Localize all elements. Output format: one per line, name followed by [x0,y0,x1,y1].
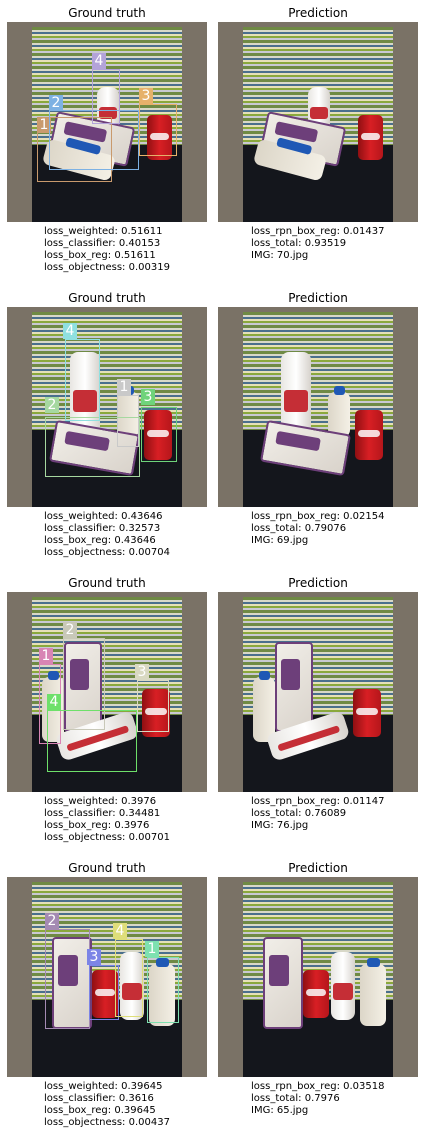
milk-carton [263,937,303,1029]
stats-right: loss_rpn_box_reg: 0.01437 loss_total: 0.9… [251,226,385,261]
bbox-3 [137,680,169,732]
bbox-label-2: 2 [63,622,77,638]
bbox-2 [45,417,140,477]
gt-image: 1 2 3 4 [7,22,207,222]
bbox-label-2: 2 [45,913,59,929]
bbox-4 [115,939,143,1017]
stats-right: loss_rpn_box_reg: 0.02154 loss_total: 0.7… [251,511,385,546]
gt-image: 1 2 3 4 [7,307,207,507]
pred-image [218,22,418,222]
bbox-label-3: 3 [139,88,153,104]
bbox-label-3: 3 [141,389,155,405]
bbox-label-4: 4 [113,923,127,939]
bbox-label-1: 1 [39,648,53,664]
pred-title: Prediction [288,861,348,875]
bbox-label-4: 4 [92,53,106,69]
gt-image: 1 2 3 4 [7,877,207,1077]
stats-left: loss_weighted: 0.43646 loss_classifier: 0… [44,511,170,558]
pred-image [218,877,418,1077]
bbox-4 [92,69,120,124]
bbox-label-2: 2 [49,95,63,111]
pred-image [218,592,418,792]
soda-can [358,115,383,160]
soda-can [355,410,383,460]
bbox-3 [139,104,177,156]
bbox-label-4: 4 [63,323,77,339]
bbox-2 [45,929,90,1029]
bbox-1 [147,957,179,1023]
milk-bottle [360,958,386,1026]
bbox-4 [65,339,100,421]
water-bottle [331,952,355,1020]
bbox-label-3: 3 [87,949,101,965]
bbox-4 [47,710,137,772]
soda-can [353,689,381,737]
gt-title: Ground truth [68,576,146,590]
milk-carton [275,642,313,732]
pred-title: Prediction [288,576,348,590]
scene-photo [243,312,393,507]
stats-left: loss_weighted: 0.51611 loss_classifier: 0… [44,226,170,273]
pred-title: Prediction [288,6,348,20]
bbox-label-1: 1 [145,941,159,957]
bbox-label-1: 1 [117,379,131,395]
bbox-label-4: 4 [47,694,61,710]
bbox-label-2: 2 [45,397,59,413]
scene-photo [243,27,393,222]
gt-title: Ground truth [68,861,146,875]
bbox-3 [141,407,177,462]
stats-left: loss_weighted: 0.39645 loss_classifier: 0… [44,1081,170,1128]
pred-title: Prediction [288,291,348,305]
gt-image: 1 2 3 4 [7,592,207,792]
stats-right: loss_rpn_box_reg: 0.03518 loss_total: 0.7… [251,1081,385,1116]
scene-photo [243,882,393,1077]
pred-image [218,307,418,507]
gt-title: Ground truth [68,6,146,20]
bbox-label-3: 3 [135,664,149,680]
stats-left: loss_weighted: 0.3976 loss_classifier: 0.… [44,796,170,843]
stats-right: loss_rpn_box_reg: 0.01147 loss_total: 0.7… [251,796,385,831]
scene-photo [243,597,393,792]
gt-title: Ground truth [68,291,146,305]
soda-can [303,970,329,1018]
